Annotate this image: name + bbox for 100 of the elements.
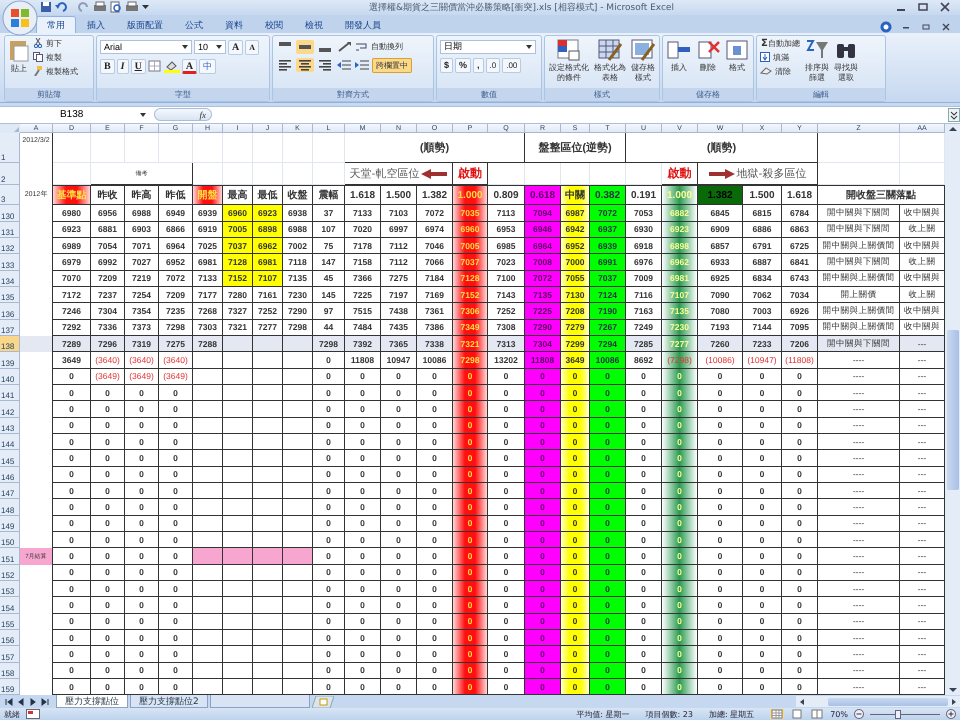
- font-color-button[interactable]: A: [182, 58, 198, 74]
- fill-color-icon[interactable]: [164, 60, 180, 73]
- caret-icon[interactable]: [526, 44, 532, 49]
- row-header[interactable]: 159: [0, 678, 20, 696]
- maximize-icon[interactable]: [916, 2, 930, 12]
- caret-icon[interactable]: [182, 45, 188, 50]
- row-header[interactable]: 130: [0, 205, 20, 222]
- vertical-scrollbar[interactable]: [945, 124, 960, 696]
- horizontal-align-icon[interactable]: [296, 58, 314, 72]
- ribbon-tab[interactable]: 資料: [214, 16, 254, 33]
- decimal-button[interactable]: .00: [502, 58, 522, 73]
- save-icon[interactable]: [40, 1, 52, 14]
- close-icon[interactable]: [940, 22, 952, 32]
- editing-button[interactable]: Σ自動加總: [760, 38, 801, 49]
- copy-icon[interactable]: [33, 52, 43, 62]
- page-break-icon[interactable]: [810, 709, 824, 720]
- orientation-icon[interactable]: [336, 40, 354, 54]
- sheet-tab[interactable]: 壓力支撐點位2: [130, 695, 208, 708]
- number-style-button[interactable]: %: [455, 58, 472, 73]
- eraser-icon[interactable]: [760, 67, 772, 76]
- print-preview-icon[interactable]: [110, 1, 122, 14]
- row-header[interactable]: 134: [0, 270, 20, 287]
- scroll-left-icon[interactable]: [798, 698, 806, 706]
- brush-icon[interactable]: [33, 66, 43, 76]
- insert-function-button[interactable]: fx: [198, 110, 207, 120]
- ribbon-tab[interactable]: 插入: [76, 16, 116, 33]
- row-header[interactable]: 149: [0, 516, 20, 532]
- horizontal-scrollbar[interactable]: [796, 696, 960, 708]
- ribbon-button[interactable]: 排序與 篩選: [804, 62, 830, 83]
- ribbon-button[interactable]: 尋找與 選取: [832, 62, 859, 83]
- editing-button[interactable]: 清除: [774, 66, 792, 77]
- fill-down-icon[interactable]: [760, 52, 770, 62]
- insert-sheet-icon[interactable]: [312, 696, 334, 708]
- row-header[interactable]: 140: [0, 368, 20, 385]
- clipboard-button[interactable]: 複製格式: [45, 66, 79, 77]
- row-header[interactable]: 152: [0, 564, 20, 581]
- number-style-button[interactable]: $: [440, 58, 454, 73]
- font-style-button[interactable]: I: [116, 58, 129, 74]
- restore-icon[interactable]: [920, 22, 932, 32]
- row-header[interactable]: 2: [0, 163, 20, 186]
- font-name-field[interactable]: Arial: [100, 40, 192, 54]
- row-header[interactable]: 144: [0, 434, 20, 450]
- ribbon-button[interactable]: 格式: [728, 62, 746, 73]
- sheet-nav-icon[interactable]: [16, 696, 26, 707]
- row-header[interactable]: 137: [0, 320, 20, 336]
- row-header[interactable]: 142: [0, 401, 20, 418]
- table-format-icon[interactable]: [597, 38, 623, 62]
- ribbon-button[interactable]: 插入: [670, 62, 688, 73]
- caret-icon[interactable]: [142, 4, 149, 10]
- increase-indent-icon[interactable]: [354, 58, 370, 72]
- sheet-nav-icon[interactable]: [40, 696, 50, 707]
- row-header[interactable]: 136: [0, 303, 20, 320]
- sheet-nav-icon[interactable]: [4, 696, 14, 707]
- number-style-button[interactable]: ,: [473, 58, 484, 73]
- close-icon[interactable]: [938, 2, 952, 12]
- row-header[interactable]: 157: [0, 646, 20, 663]
- scrollbar-thumb[interactable]: [828, 698, 948, 706]
- shrink-font-button[interactable]: A: [245, 40, 260, 55]
- row-header[interactable]: 156: [0, 630, 20, 646]
- row-header[interactable]: 150: [0, 532, 20, 548]
- clipboard-button[interactable]: 複製: [45, 52, 63, 63]
- merge-center-button[interactable]: 跨欄置中: [372, 58, 412, 73]
- ribbon-tab[interactable]: 公式: [174, 16, 214, 33]
- cell-style-icon[interactable]: [630, 38, 656, 62]
- sheet-nav-icon[interactable]: [28, 696, 38, 707]
- ribbon-tab[interactable]: 版面配置: [116, 16, 174, 33]
- row-header[interactable]: 1: [0, 133, 20, 164]
- cell-format-icon[interactable]: [724, 38, 750, 62]
- paste-button[interactable]: 貼上: [10, 62, 28, 74]
- font-style-button[interactable]: B: [100, 58, 115, 74]
- printer-icon[interactable]: [125, 1, 139, 14]
- ribbon-tab[interactable]: 檢視: [294, 16, 334, 33]
- ribbon-tab[interactable]: 開發人員: [334, 16, 392, 33]
- row-header[interactable]: 3: [0, 185, 20, 206]
- scrollbar-thumb[interactable]: [946, 330, 958, 490]
- caret-icon[interactable]: [216, 45, 222, 50]
- normal-view-icon[interactable]: [770, 709, 784, 720]
- scroll-right-icon[interactable]: [950, 698, 958, 706]
- vertical-align-icon[interactable]: [296, 40, 314, 54]
- row-header[interactable]: 155: [0, 614, 20, 630]
- phonetic-button[interactable]: 中: [199, 58, 216, 74]
- ribbon-button[interactable]: 設定格式化 的條件: [548, 62, 590, 83]
- clipboard-button[interactable]: 剪下: [45, 38, 63, 49]
- row-header[interactable]: 138: [0, 336, 20, 352]
- ribbon-button[interactable]: 刪除: [699, 62, 717, 73]
- ribbon-button[interactable]: 儲存格 樣式: [630, 62, 656, 83]
- number-format-field[interactable]: 日期: [440, 40, 536, 54]
- ribbon-button[interactable]: 格式化為 表格: [593, 62, 627, 83]
- row-header[interactable]: 135: [0, 286, 20, 304]
- row-header[interactable]: 143: [0, 418, 20, 434]
- zoom-in-icon[interactable]: [946, 709, 956, 720]
- row-header[interactable]: 145: [0, 450, 20, 467]
- slider-thumb[interactable]: [895, 710, 901, 719]
- editing-button[interactable]: 填滿: [772, 52, 790, 63]
- row-header[interactable]: 146: [0, 466, 20, 483]
- font-style-button[interactable]: U: [130, 58, 146, 74]
- printer-icon[interactable]: [93, 1, 107, 14]
- zoom-out-icon[interactable]: [854, 709, 864, 720]
- wrap-text-icon[interactable]: [356, 42, 368, 52]
- horizontal-align-icon[interactable]: [316, 58, 334, 72]
